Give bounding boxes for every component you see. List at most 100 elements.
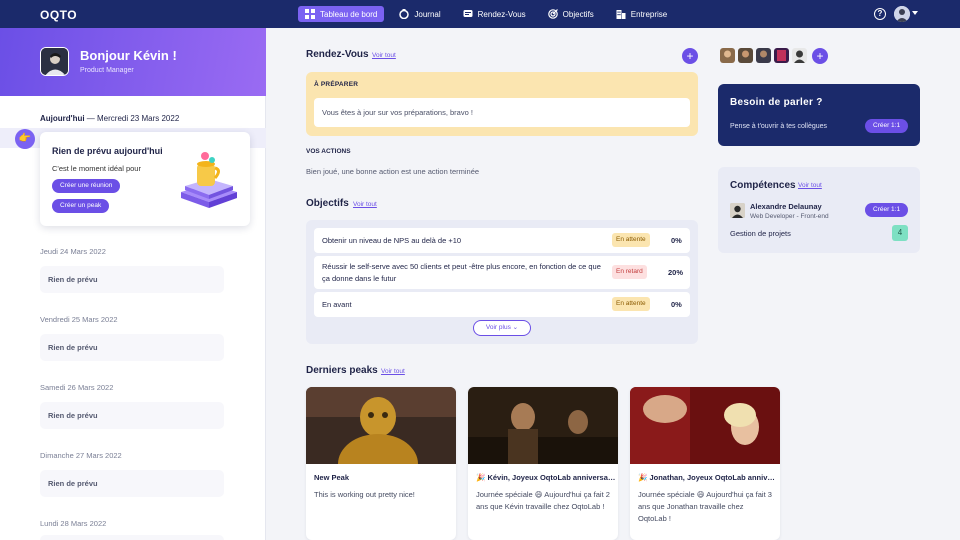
day-label: Dimanche 27 Mars 2022 [40, 451, 122, 460]
nav-company-label: Entreprise [630, 9, 668, 19]
day-label: Samedi 26 Mars 2022 [40, 383, 114, 392]
today-empty-subtitle: C'est le moment idéal pour [52, 164, 141, 173]
skills-see-all-link[interactable]: Voir tout [798, 182, 822, 189]
skill-name: Gestion de projets [730, 229, 791, 238]
team-avatar[interactable] [738, 48, 753, 63]
greeting-title: Bonjour Kévin ! [80, 48, 177, 63]
peak-title: 🎉 Jonathan, Joyeux OqtoLab anniversaire … [638, 473, 778, 482]
nav-dashboard[interactable]: Tableau de bord [298, 6, 385, 22]
team-avatar[interactable] [792, 48, 807, 63]
day-status: Rien de prévu [48, 275, 98, 284]
day-slot[interactable]: Rien de prévu [40, 470, 224, 497]
skills-title: Compétences [730, 180, 796, 191]
prepare-box: Vous êtes à jour sur vos préparations, b… [314, 98, 690, 127]
meeting-icon [463, 10, 473, 17]
skill-count-badge: 4 [892, 225, 908, 241]
day-label: Jeudi 24 Mars 2022 [40, 247, 106, 256]
day-slot[interactable]: Rien de prévu [40, 402, 224, 429]
see-more-label: Voir plus [485, 324, 511, 331]
nav-meetings[interactable]: Rendez-Vous [456, 6, 533, 22]
oqto-logo[interactable]: OQTO [40, 8, 77, 22]
day-status: Rien de prévu [48, 411, 98, 420]
today-empty-title: Rien de prévu aujourd'hui [52, 146, 163, 156]
objectives-see-all-link[interactable]: Voir tout [353, 201, 377, 208]
peaks-title: Derniers peaks [306, 365, 378, 376]
peak-image [306, 387, 456, 464]
peak-card[interactable]: 🎉 Kévin, Joyeux OqtoLab anniversaire ! J… [468, 387, 618, 540]
profile-avatar[interactable] [40, 47, 69, 76]
create-one-on-one-button[interactable]: Créer 1:1 [865, 119, 909, 133]
prepare-panel: À PRÉPARER Vous êtes à jour sur vos prép… [306, 72, 698, 136]
journal-icon [399, 9, 410, 19]
peak-text: Journée spéciale 😄 Aujourd'hui ça fait 3… [638, 490, 772, 523]
status-badge: En retard [612, 265, 647, 279]
prepare-label: À PRÉPARER [314, 81, 359, 88]
welcome-banner: Bonjour Kévin ! Product Manager [0, 28, 266, 96]
chevron-down-icon: ⌄ [512, 324, 519, 331]
status-badge: En attente [612, 297, 650, 311]
main-nav: Tableau de bord Journal Rendez-Vous Obje… [298, 6, 682, 22]
user-role: Product Manager [80, 67, 134, 74]
create-peak-button[interactable]: Créer un peak [52, 199, 110, 213]
status-badge: En attente [612, 233, 650, 247]
objective-row[interactable]: Réussir le self-serve avec 50 clients et… [314, 256, 690, 289]
day-slot[interactable]: Rien de prévu [40, 266, 224, 293]
peak-card[interactable]: 🎉 Jonathan, Joyeux OqtoLab anniversaire … [630, 387, 780, 540]
objective-row[interactable]: Obtenir un niveau de NPS au delà de +10 … [314, 228, 690, 253]
user-avatar[interactable] [894, 6, 910, 22]
team-avatar[interactable] [756, 48, 771, 63]
skills-card: Compétences Voir tout Alexandre Delaunay… [718, 167, 920, 253]
objective-percent: 20% [668, 268, 684, 277]
day-label: Lundi 28 Mars 2022 [40, 519, 107, 528]
day-slot[interactable] [40, 535, 224, 540]
create-one-on-one-button[interactable]: Créer 1:1 [865, 203, 909, 217]
objective-row[interactable]: En avant En attente 0% [314, 292, 690, 317]
peak-title: New Peak [314, 473, 350, 482]
day-slot[interactable]: Rien de prévu [40, 334, 224, 361]
add-team-member-plus-icon[interactable]: + [812, 48, 828, 64]
peak-text: Journée spéciale 😄 Aujourd'hui ça fait 2… [476, 490, 610, 511]
peak-card[interactable]: New Peak This is working out pretty nice… [306, 387, 456, 540]
add-meeting-plus-icon[interactable]: + [682, 48, 698, 64]
rdv-title: Rendez-Vous [306, 49, 369, 60]
target-icon [547, 9, 558, 19]
objective-name: En avant [322, 300, 352, 309]
today-empty-card: Rien de prévu aujourd'hui C'est le momen… [40, 132, 250, 226]
books-mug-illustration [181, 152, 237, 208]
nav-objectives[interactable]: Objectifs [541, 6, 601, 22]
nav-objectives-label: Objectifs [562, 9, 594, 19]
talk-text: Pense à t'ouvrir à tes collègues [730, 123, 828, 130]
objectives-title: Objectifs [306, 198, 349, 209]
person-role: Web Developer - Front-end [750, 213, 829, 220]
objective-name: Réussir le self-serve avec 50 clients et… [322, 262, 601, 283]
user-menu-chevron-down-icon[interactable] [912, 11, 918, 15]
nav-journal[interactable]: Journal [392, 6, 447, 22]
day-label: Vendredi 25 Mars 2022 [40, 315, 118, 324]
peak-text: This is working out pretty nice! [314, 490, 415, 499]
objective-percent: 0% [671, 300, 682, 309]
today-prefix: Aujourd'hui [40, 114, 85, 123]
see-more-button[interactable]: Voir plus ⌄ [473, 320, 531, 336]
prepare-text: Vous êtes à jour sur vos préparations, b… [322, 108, 473, 117]
peak-image [630, 387, 780, 464]
pointing-hand-icon: 👉 [15, 129, 35, 149]
rdv-see-all-link[interactable]: Voir tout [372, 52, 396, 59]
company-icon [616, 10, 626, 19]
person-avatar[interactable] [730, 203, 745, 218]
team-avatar[interactable] [774, 48, 789, 63]
create-meeting-button[interactable]: Créer une réunion [52, 179, 121, 193]
team-avatar[interactable] [720, 48, 735, 63]
peak-image [468, 387, 618, 464]
nav-company[interactable]: Entreprise [609, 6, 674, 22]
party-icon: 🎉 [476, 473, 486, 482]
nav-dashboard-label: Tableau de bord [320, 9, 378, 19]
day-status: Rien de prévu [48, 479, 98, 488]
objective-name: Obtenir un niveau de NPS au delà de +10 [322, 236, 462, 245]
party-icon: 🎉 [638, 473, 648, 482]
today-date-label: Aujourd'hui — Mercredi 23 Mars 2022 [40, 114, 179, 123]
talk-title: Besoin de parler ? [730, 97, 823, 108]
help-icon[interactable]: ? [874, 8, 886, 20]
nav-meetings-label: Rendez-Vous [477, 9, 526, 19]
peaks-see-all-link[interactable]: Voir tout [381, 368, 405, 375]
dashboard-icon [305, 9, 315, 19]
